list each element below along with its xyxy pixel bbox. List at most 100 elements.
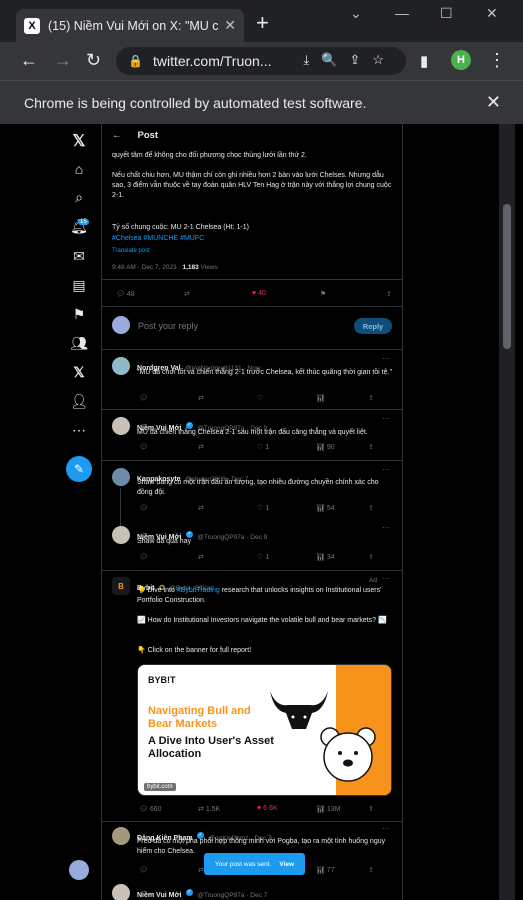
x-logo-icon[interactable]: 𝕏 bbox=[70, 132, 88, 150]
verified-icon: ✓ bbox=[185, 889, 193, 897]
close-icon[interactable]: ✕ bbox=[486, 92, 501, 113]
scrollbar[interactable] bbox=[499, 124, 515, 900]
share-icon[interactable]: ⇪ bbox=[368, 805, 374, 813]
retweet-icon[interactable]: ⇄ bbox=[198, 443, 257, 451]
post-meta: 9:48 AM · Dec 7, 2023 · 1,183 Views bbox=[112, 264, 218, 271]
lists-icon[interactable]: ▤ bbox=[70, 276, 88, 294]
new-tab-icon[interactable]: + bbox=[256, 12, 269, 34]
bybit-avatar[interactable]: B bbox=[112, 577, 130, 595]
views-count: 54 bbox=[326, 505, 335, 512]
home-icon[interactable]: ⌂ bbox=[70, 160, 88, 178]
reply-icon[interactable]: 💬︎ bbox=[139, 394, 198, 402]
retweet-icon[interactable]: ⇄ bbox=[198, 553, 257, 561]
more-options-icon[interactable]: ··· bbox=[382, 354, 390, 363]
views-count: 34 bbox=[326, 554, 335, 561]
views-action[interactable]: 📊︎ 54 bbox=[316, 504, 368, 512]
more-icon[interactable]: ⋯ bbox=[70, 421, 88, 439]
ad-banner[interactable]: BYB!T Navigating Bull and Bear Markets A… bbox=[137, 664, 392, 796]
like-action[interactable]: ♡ 1 bbox=[257, 504, 316, 512]
more-options-icon[interactable]: ··· bbox=[382, 465, 390, 474]
avatar[interactable] bbox=[112, 526, 130, 544]
reply-icon[interactable]: 💬︎ bbox=[139, 504, 198, 512]
chevron-down-icon[interactable]: ⌄ bbox=[350, 5, 362, 22]
more-options-icon[interactable]: ··· bbox=[382, 523, 390, 532]
communities-icon[interactable]: 👥︎ bbox=[70, 334, 88, 352]
search-icon[interactable]: ⌕ bbox=[70, 188, 88, 206]
post-hashtags[interactable]: #Chelsea #MUNCHE #MUFC bbox=[112, 234, 204, 244]
ad-text-1: 💡 Dive into #BybitTrading research that … bbox=[137, 586, 392, 606]
reply-icon[interactable]: 💬︎ bbox=[139, 866, 198, 874]
like-action[interactable]: ♥ 6.6K bbox=[257, 805, 316, 813]
share-icon[interactable]: ⇪ bbox=[368, 553, 374, 561]
share-icon[interactable]: ⇪ bbox=[368, 394, 374, 402]
address-bar[interactable]: 🔒 twitter.com/Truon... ⤓🔍⇪☆ bbox=[116, 47, 406, 75]
reload-icon[interactable]: ↻ bbox=[86, 50, 101, 71]
reply-icon[interactable]: 💬︎ bbox=[139, 553, 198, 561]
post-time: 9:48 AM · Dec 7, 2023 · bbox=[112, 264, 183, 271]
views-action[interactable]: 📊︎ 90 bbox=[316, 443, 368, 451]
mail-icon[interactable]: ✉ bbox=[70, 247, 88, 265]
more-options-icon[interactable]: ··· bbox=[382, 824, 390, 833]
like-count: 1 bbox=[265, 554, 270, 561]
translate-link[interactable]: Translate post bbox=[112, 248, 150, 254]
back-icon[interactable]: ← bbox=[20, 50, 38, 71]
reply-icon[interactable]: 💬︎ bbox=[139, 443, 198, 451]
profile-icon[interactable]: 👤︎ bbox=[70, 392, 88, 410]
retweet-icon[interactable]: ⇄ bbox=[198, 394, 257, 402]
share-icon[interactable]: ⇪ bbox=[368, 504, 374, 512]
scrollbar-thumb[interactable] bbox=[503, 204, 511, 349]
avatar[interactable] bbox=[112, 468, 130, 486]
like-action[interactable]: ♡ 1 bbox=[257, 553, 316, 561]
account-avatar[interactable] bbox=[69, 860, 89, 880]
share-icon[interactable]: ⇪ bbox=[386, 290, 392, 298]
share-icon[interactable]: ⇪ bbox=[368, 443, 374, 451]
maximize-icon[interactable]: ☐ bbox=[440, 5, 453, 22]
retweet-icon[interactable]: ⇄ bbox=[198, 504, 257, 512]
side-panel-icon[interactable]: ▮ bbox=[420, 52, 428, 70]
divider bbox=[102, 409, 402, 410]
browser-tab[interactable]: X (15) Niềm Vui Mới on X: "MU c ✕ bbox=[16, 9, 244, 42]
post-header-title: Post bbox=[137, 129, 159, 141]
back-arrow-icon[interactable]: ← bbox=[112, 130, 122, 141]
reply-button[interactable]: Reply bbox=[354, 318, 392, 334]
reply-action[interactable]: 💬︎ 660 bbox=[139, 805, 198, 813]
menu-icon[interactable]: ⋮ bbox=[488, 50, 506, 71]
ad-hashtag[interactable]: #BybitTrading bbox=[177, 587, 220, 594]
reply-action[interactable]: 💬︎ 48 bbox=[116, 290, 184, 298]
like-action[interactable]: ♡ 1 bbox=[257, 443, 316, 451]
reply-input[interactable]: Post your reply bbox=[138, 321, 198, 331]
profile-avatar[interactable]: H bbox=[451, 50, 471, 70]
bookmark-icon[interactable]: ⚑ bbox=[70, 305, 88, 323]
minimize-icon[interactable]: — bbox=[395, 5, 409, 21]
avatar[interactable] bbox=[112, 827, 130, 845]
avatar[interactable] bbox=[112, 357, 130, 375]
bear-icon bbox=[320, 727, 376, 782]
views-count: 90 bbox=[326, 444, 335, 451]
like-icon[interactable]: ♡ bbox=[257, 394, 316, 402]
avatar[interactable] bbox=[112, 417, 130, 435]
compose-icon[interactable]: ✎ bbox=[66, 456, 92, 482]
forward-icon[interactable]: → bbox=[54, 50, 72, 71]
share-icon[interactable]: ⇪ bbox=[368, 866, 374, 874]
close-window-icon[interactable]: ✕ bbox=[486, 5, 498, 22]
more-options-icon[interactable]: ··· bbox=[382, 574, 390, 583]
more-options-icon[interactable]: ··· bbox=[382, 414, 390, 423]
toast-view-link[interactable]: View bbox=[279, 861, 294, 868]
views-action[interactable]: 📊︎ 34 bbox=[316, 553, 368, 561]
omnibox-actions[interactable]: ⤓🔍⇪☆ bbox=[304, 52, 396, 68]
views-icon[interactable]: 📊︎ bbox=[316, 394, 368, 402]
views-action[interactable]: 📊︎ 77 bbox=[316, 866, 368, 874]
premium-x-icon[interactable]: 𝕏 bbox=[70, 363, 88, 381]
views-action[interactable]: 📊︎ 13M bbox=[316, 805, 368, 813]
browser-toolbar: ← → ↻ 🔒 twitter.com/Truon... ⤓🔍⇪☆ ▮ ⋮ bbox=[0, 42, 523, 80]
avatar[interactable] bbox=[112, 884, 130, 900]
bookmark-action-icon[interactable]: ⚑ bbox=[320, 290, 386, 298]
post-views-count: 1,183 bbox=[182, 264, 199, 271]
retweet-icon[interactable]: ⇄ bbox=[184, 290, 252, 298]
post-paragraph: Nếu chất chiu hơn, MU thậm chí còn ghi n… bbox=[112, 172, 392, 199]
retweet-action[interactable]: ⇄ 1.5K bbox=[198, 805, 257, 813]
reply-author[interactable]: Niềm Vui Mới bbox=[137, 892, 181, 899]
retweet-count: 1.5K bbox=[205, 806, 221, 813]
like-action[interactable]: ♥ 40 bbox=[252, 290, 320, 298]
tab-close-icon[interactable]: ✕ bbox=[224, 17, 236, 34]
